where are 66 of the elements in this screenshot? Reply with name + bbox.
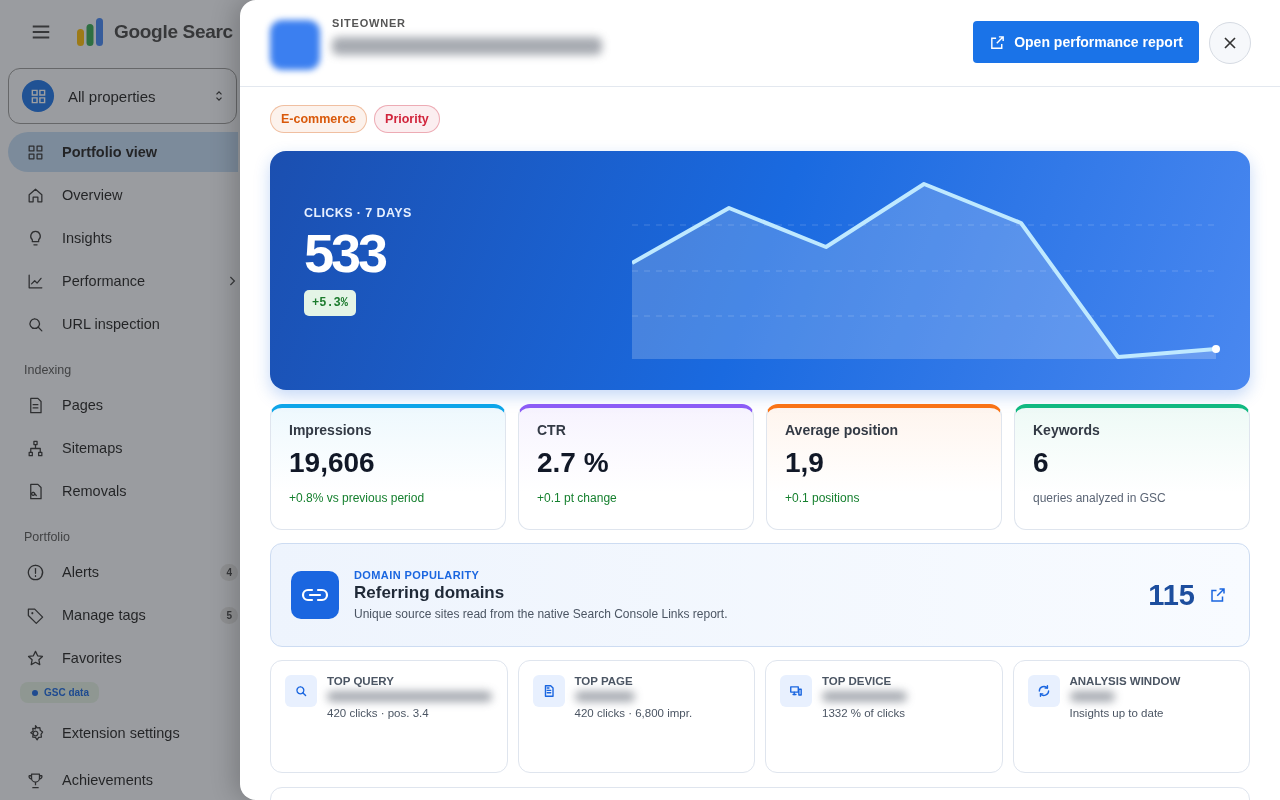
- metric-label: Impressions: [289, 422, 373, 438]
- metric-label: CLICKS · 7 DAYS: [304, 205, 412, 220]
- insight-detail: 420 clicks · 6,800 impr.: [574, 707, 693, 719]
- metric-value: 6: [1033, 447, 1050, 479]
- insight-detail: 1332 % of clicks: [822, 707, 907, 719]
- tag: Priority: [374, 105, 440, 133]
- nav-item[interactable]: Overview: [8, 175, 238, 215]
- metric-note: +0.1 positions: [785, 491, 861, 505]
- external-link-icon[interactable]: [1209, 586, 1227, 604]
- nav-item[interactable]: Removals: [8, 471, 238, 511]
- metric-value: 115: [1148, 578, 1195, 612]
- change-badge: +5.3%: [304, 289, 356, 316]
- metric-value: 19,606: [289, 447, 376, 479]
- metric-label: CTR: [537, 422, 567, 438]
- metric-label: Average position: [785, 422, 900, 438]
- metric-note: queries analyzed in GSC: [1033, 491, 1167, 505]
- count-badge: 4: [220, 563, 238, 581]
- section-heading: Indexing: [23, 362, 73, 379]
- section-label: DOMAIN POPULARITY: [354, 569, 481, 581]
- blurred-text: [1069, 691, 1115, 702]
- insight-label: TOP PAGE: [574, 675, 634, 687]
- open-report-button[interactable]: Open performance report: [973, 21, 1199, 63]
- sort-arrows-icon: [214, 89, 224, 103]
- nav-item[interactable]: Pages: [8, 385, 238, 425]
- link-icon: [291, 571, 339, 619]
- metric-value: 1,9: [785, 447, 825, 479]
- metric-note: +0.1 pt change: [537, 491, 618, 505]
- nav-icon: [26, 648, 45, 668]
- insight-label: ANALYSIS WINDOW: [1069, 675, 1181, 687]
- nav-item[interactable]: Portfolio view: [8, 132, 238, 172]
- grid-icon: [21, 79, 55, 113]
- property-selector[interactable]: All properties: [8, 68, 237, 124]
- nav-item[interactable]: Performance: [8, 261, 238, 301]
- metric-note: +0.8% vs previous period: [289, 491, 426, 505]
- bar-chart-logo-icon: [76, 17, 104, 47]
- insight-label: TOP QUERY: [327, 675, 395, 687]
- insight-detail: 420 clicks · pos. 3.4: [327, 707, 430, 719]
- nav-icon: [26, 562, 45, 582]
- nav-item[interactable]: Sitemaps: [8, 428, 238, 468]
- external-link-icon: [989, 33, 1007, 51]
- count-badge: 5: [220, 606, 238, 624]
- card-description: Unique source sites read from the native Search Console Links report.: [354, 607, 729, 621]
- insight-detail: Insights up to date: [1069, 707, 1165, 719]
- chevron-icon: [228, 275, 236, 287]
- metric-value: 2.7 %: [537, 447, 610, 479]
- nav-item[interactable]: Extension settings: [8, 713, 238, 753]
- nav-item[interactable]: Favorites: [8, 638, 238, 678]
- close-button[interactable]: [1209, 22, 1251, 64]
- nav-icon: [26, 185, 45, 205]
- nav-item[interactable]: Achievements: [8, 760, 238, 800]
- data-source-chip: GSC data: [20, 682, 99, 703]
- owner-label: SITEOWNER: [332, 17, 407, 29]
- nav-item[interactable]: Insights: [8, 218, 238, 258]
- tag: E-commerce: [270, 105, 368, 133]
- section-heading: Portfolio: [23, 529, 71, 546]
- nav-item[interactable]: URL inspection: [8, 304, 238, 344]
- blurred-text: [574, 691, 635, 702]
- insight-label: TOP DEVICE: [822, 675, 893, 687]
- nav-icon: [26, 438, 45, 458]
- card-title: Referring domains: [354, 583, 506, 603]
- nav-item[interactable]: Manage tags 5: [8, 595, 238, 635]
- metric-value: 533: [304, 221, 386, 284]
- site-logo: [270, 20, 320, 70]
- product-title: Google Searc: [114, 21, 233, 43]
- nav-item[interactable]: Alerts 4: [8, 552, 238, 592]
- metric-label: Keywords: [1033, 422, 1101, 438]
